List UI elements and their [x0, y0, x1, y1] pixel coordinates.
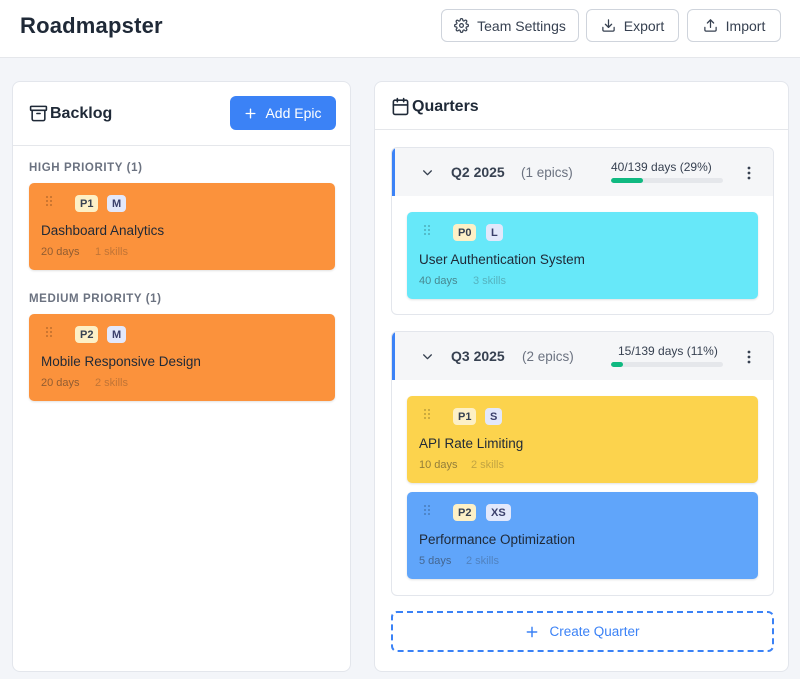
- epic-skills: 2 skills: [466, 555, 500, 567]
- app-title: Roadmapster: [20, 13, 163, 38]
- quarter-header[interactable]: Q3 2025 (2 epics) 15/139 days (11%): [392, 332, 773, 380]
- priority-badge: P2: [453, 504, 477, 521]
- team-settings-button[interactable]: Team Settings: [441, 9, 579, 42]
- archive-box-icon: [29, 105, 48, 122]
- gear-icon: [454, 18, 470, 33]
- quarter-header[interactable]: Q2 2025 (1 epics) 40/139 days (29%): [392, 148, 773, 196]
- size-badge: XS: [486, 504, 511, 521]
- drag-handle-icon[interactable]: [45, 195, 53, 207]
- plus-icon: [527, 626, 538, 637]
- quarter-epic-count: (2 epics): [522, 349, 574, 364]
- size-badge: M: [107, 195, 127, 212]
- quarters-title: Quarters: [391, 97, 479, 116]
- epic-days: 20 days: [41, 377, 80, 389]
- epic-days: 20 days: [41, 246, 80, 258]
- backlog-panel: Backlog Add Epic HIGH PRIORITY (1) P1 M …: [12, 81, 351, 672]
- quarter-epic-count: (1 epics): [521, 165, 573, 180]
- drag-handle-icon[interactable]: [423, 224, 431, 236]
- size-badge: M: [107, 326, 127, 343]
- epic-skills: 2 skills: [471, 459, 505, 471]
- chevron-down-icon[interactable]: [421, 166, 434, 179]
- capacity-bar: [611, 362, 723, 367]
- epic-title: Dashboard Analytics: [41, 223, 165, 238]
- export-button[interactable]: Export: [586, 9, 679, 42]
- epic-days: 5 days: [419, 555, 452, 567]
- epic-title: API Rate Limiting: [419, 436, 524, 451]
- epic-days: 10 days: [419, 459, 458, 471]
- epic-skills: 3 skills: [473, 275, 507, 287]
- priority-group-heading: MEDIUM PRIORITY (1): [29, 293, 162, 305]
- plus-icon: [245, 107, 256, 119]
- epic-skills: 1 skills: [95, 246, 129, 258]
- drag-handle-icon[interactable]: [45, 326, 53, 338]
- priority-group-heading: HIGH PRIORITY (1): [29, 162, 143, 174]
- top-bar: Roadmapster Team Settings Export Import: [0, 0, 800, 58]
- add-epic-button[interactable]: Add Epic: [230, 96, 336, 130]
- epic-card[interactable]: P1 S API Rate Limiting 10 days 2 skills: [407, 396, 758, 483]
- create-quarter-button[interactable]: Create Quarter: [391, 611, 774, 652]
- quarter-name: Q2 2025: [451, 164, 505, 180]
- backlog-header: Backlog Add Epic: [13, 82, 350, 146]
- priority-badge: P2: [75, 326, 99, 343]
- quarters-header: Quarters: [375, 82, 788, 130]
- drag-handle-icon[interactable]: [423, 408, 431, 420]
- priority-badge: P1: [453, 408, 477, 425]
- add-epic-label: Add Epic: [265, 105, 322, 121]
- backlog-title-text: Backlog: [50, 104, 113, 122]
- epic-card[interactable]: P2 M Mobile Responsive Design 20 days 2 …: [29, 314, 335, 401]
- epic-days: 40 days: [419, 275, 458, 287]
- team-settings-label: Team Settings: [477, 17, 566, 34]
- epic-title: Mobile Responsive Design: [41, 354, 201, 369]
- priority-badge: P1: [75, 195, 99, 212]
- more-vertical-icon[interactable]: [747, 350, 751, 364]
- quarter-section: Q2 2025 (1 epics) 40/139 days (29%) P0 L…: [391, 147, 774, 315]
- download-icon: [602, 19, 615, 32]
- upload-icon: [703, 19, 717, 32]
- quarters-panel: Quarters Q2 2025 (1 epics) 40/139 days (…: [374, 81, 789, 672]
- backlog-title: Backlog: [29, 104, 112, 123]
- quarters-title-text: Quarters: [412, 97, 479, 115]
- quarter-name: Q3 2025: [451, 348, 505, 364]
- create-quarter-label: Create Quarter: [549, 624, 640, 639]
- capacity-bar: [611, 178, 723, 183]
- epic-card[interactable]: P0 L User Authentication System 40 days …: [407, 212, 758, 299]
- epic-title: Performance Optimization: [419, 532, 576, 547]
- size-badge: L: [486, 224, 503, 241]
- epic-card[interactable]: P1 M Dashboard Analytics 20 days 1 skill…: [29, 183, 335, 270]
- more-vertical-icon[interactable]: [747, 166, 751, 180]
- quarter-capacity: 40/139 days (29%): [611, 160, 712, 174]
- size-badge: S: [485, 408, 503, 425]
- priority-badge: P0: [453, 224, 477, 241]
- calendar-icon: [392, 97, 409, 116]
- drag-handle-icon[interactable]: [423, 504, 431, 516]
- epic-card[interactable]: P2 XS Performance Optimization 5 days 2 …: [407, 492, 758, 579]
- import-button[interactable]: Import: [687, 9, 781, 42]
- import-label: Import: [725, 17, 766, 34]
- capacity-fill: [611, 178, 644, 183]
- chevron-down-icon[interactable]: [421, 350, 434, 363]
- quarter-capacity: 15/139 days (11%): [618, 344, 718, 358]
- epic-title: User Authentication System: [419, 252, 585, 267]
- capacity-fill: [611, 362, 624, 367]
- epic-skills: 2 skills: [95, 377, 129, 389]
- export-label: Export: [623, 17, 665, 34]
- quarter-section: Q3 2025 (2 epics) 15/139 days (11%) P1 S…: [391, 331, 774, 596]
